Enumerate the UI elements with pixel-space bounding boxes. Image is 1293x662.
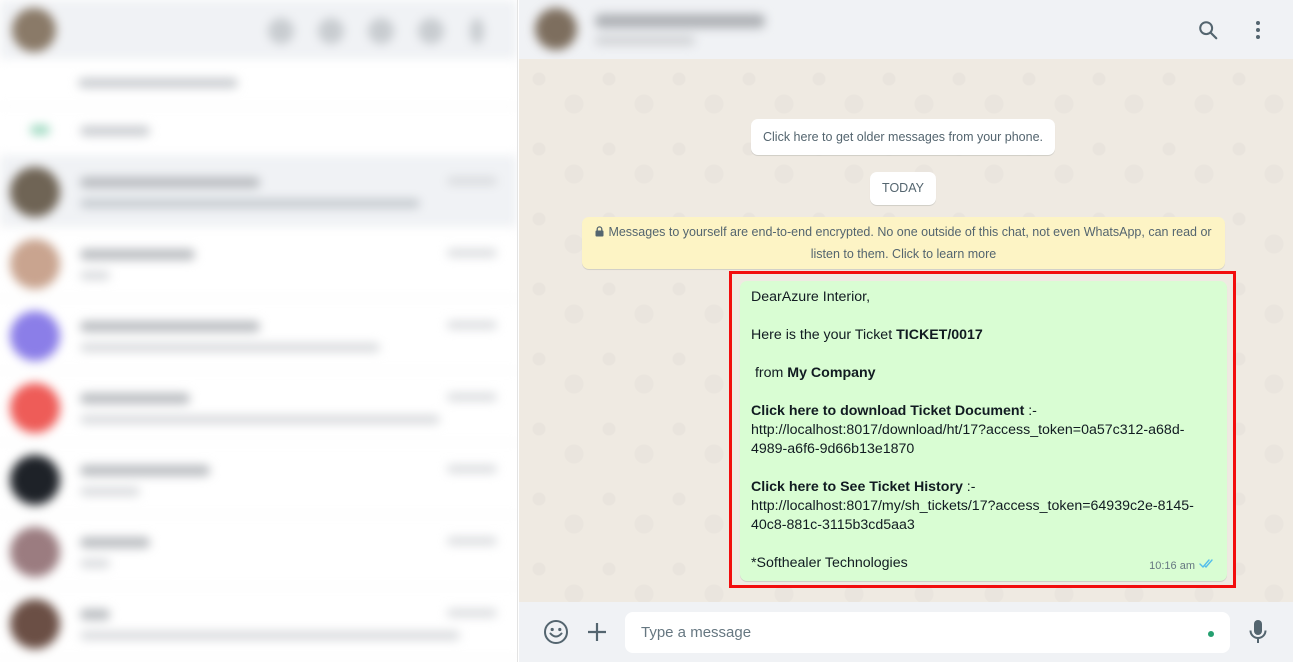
company-name: My Company <box>787 365 876 381</box>
search-icon[interactable] <box>1192 14 1224 46</box>
chat-list-item[interactable] <box>0 587 517 659</box>
history-label: Click here to See Ticket History <box>751 479 963 495</box>
contact-avatar[interactable] <box>535 8 577 50</box>
download-label: Click here to download Ticket Document <box>751 403 1025 419</box>
communities-icon[interactable] <box>268 18 294 44</box>
new-chat-icon[interactable] <box>418 18 444 44</box>
search-bar[interactable] <box>0 59 517 107</box>
chat-list-item[interactable] <box>0 155 517 227</box>
history-url[interactable]: http://localhost:8017/my/sh_tickets/17?a… <box>751 497 1217 535</box>
chat-list-item[interactable] <box>0 515 517 587</box>
channels-icon[interactable] <box>368 18 394 44</box>
lock-icon <box>595 223 604 244</box>
ticket-number: TICKET/0017 <box>896 327 983 343</box>
chat-list-item[interactable] <box>0 371 517 443</box>
menu-icon[interactable] <box>470 18 484 44</box>
chat-list-pane <box>0 0 518 662</box>
message-ticket-line: Here is the your Ticket TICKET/0017 <box>751 327 983 343</box>
emoji-icon[interactable] <box>540 616 572 648</box>
older-messages-link[interactable]: Click here to get older messages from yo… <box>751 119 1055 155</box>
chat-list-item[interactable] <box>0 443 517 515</box>
status-dot <box>1208 631 1214 637</box>
archived-row[interactable] <box>0 107 517 155</box>
history-line: Click here to See Ticket History :- <box>751 479 976 495</box>
plus-icon[interactable] <box>581 616 613 648</box>
message-input[interactable] <box>625 612 1230 653</box>
message-greeting: DearAzure Interior, <box>751 289 871 305</box>
message-signature: *Softhealer Technologies <box>751 555 908 571</box>
message-meta: 10:16 am <box>1149 557 1215 576</box>
date-divider: TODAY <box>870 172 936 205</box>
contact-status <box>595 36 695 45</box>
chat-list-item[interactable] <box>0 227 517 299</box>
double-check-icon <box>1199 557 1215 576</box>
outgoing-message[interactable]: DearAzure Interior, Here is the your Tic… <box>740 281 1227 581</box>
composer <box>519 602 1293 662</box>
status-icon[interactable] <box>318 18 344 44</box>
profile-avatar[interactable] <box>12 8 56 52</box>
chat-list-header <box>0 0 517 59</box>
download-url[interactable]: http://localhost:8017/download/ht/17?acc… <box>751 421 1217 459</box>
message-list: Click here to get older messages from yo… <box>519 59 1293 602</box>
conversation-header <box>519 0 1293 59</box>
message-from-line: from My Company <box>751 365 876 381</box>
download-line: Click here to download Ticket Document :… <box>751 403 1037 419</box>
conversation-pane: Click here to get older messages from yo… <box>519 0 1293 662</box>
microphone-icon[interactable] <box>1242 616 1274 648</box>
chat-list-item[interactable] <box>0 299 517 371</box>
kebab-menu-icon[interactable] <box>1242 14 1274 46</box>
encryption-notice-text: Messages to yourself are end-to-end encr… <box>608 225 1212 261</box>
contact-name[interactable] <box>595 14 765 28</box>
encryption-notice[interactable]: Messages to yourself are end-to-end encr… <box>582 217 1225 269</box>
message-time: 10:16 am <box>1149 560 1195 572</box>
